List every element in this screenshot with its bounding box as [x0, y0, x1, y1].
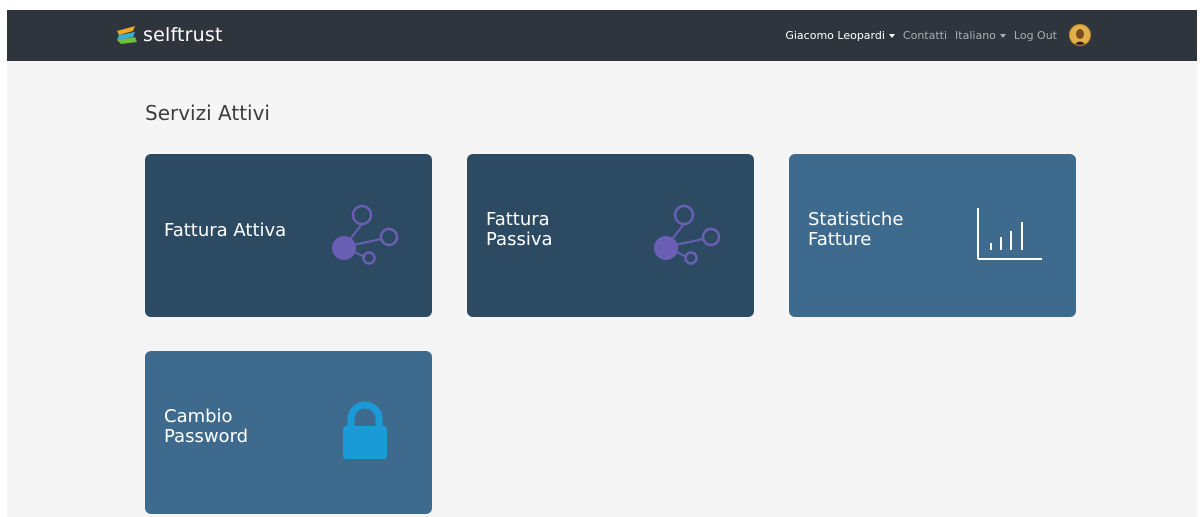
tile-label-line1: Fattura Attiva: [164, 220, 287, 241]
tile-label-line1: Cambio: [164, 406, 233, 427]
contacts-label: Contatti: [902, 28, 948, 42]
tile-label-line2: Password: [164, 426, 249, 447]
chevron-down-icon: [888, 33, 895, 38]
tile-label: Fattura Attiva: [164, 221, 314, 241]
logout-link[interactable]: Log Out: [1014, 29, 1057, 42]
lock-icon: [343, 401, 387, 459]
bar-chart-icon: [977, 208, 1042, 260]
avatar[interactable]: [1069, 24, 1091, 46]
tile-cambio-password[interactable]: Cambio Password: [145, 351, 432, 514]
page-frame: selftrust Giacomo Leopardi Contatti Ital…: [7, 10, 1197, 517]
navbar-menu: Giacomo Leopardi Contatti Italiano Log O…: [785, 22, 1091, 48]
tile-label-line1: Fattura: [486, 209, 550, 230]
selftrust-logo-icon: [117, 26, 137, 44]
user-name: Giacomo Leopardi: [785, 28, 885, 42]
brand-logo[interactable]: selftrust: [115, 22, 223, 48]
share-nodes-icon: [332, 204, 399, 265]
tile-label: Fattura Passiva: [486, 210, 636, 250]
tile-label-line1: Statistiche: [808, 209, 904, 230]
language-label: Italiano: [955, 28, 996, 42]
tile-label: Cambio Password: [164, 407, 314, 447]
brand-name: selftrust: [143, 24, 223, 46]
contacts-link[interactable]: Contatti: [903, 29, 947, 42]
share-nodes-icon: [654, 204, 721, 265]
tile-label: Statistiche Fatture: [808, 210, 958, 250]
user-menu-dropdown[interactable]: Giacomo Leopardi: [785, 29, 895, 42]
top-navbar: selftrust Giacomo Leopardi Contatti Ital…: [7, 10, 1197, 61]
tile-label-line2: Passiva: [486, 229, 553, 250]
page-title: Servizi Attivi: [145, 101, 270, 125]
tile-fattura-passiva[interactable]: Fattura Passiva: [467, 154, 754, 317]
language-dropdown[interactable]: Italiano: [955, 29, 1006, 42]
tile-label-line2: Fatture: [808, 229, 872, 250]
logout-label: Log Out: [1013, 28, 1057, 42]
tile-fattura-attiva[interactable]: Fattura Attiva: [145, 154, 432, 317]
user-avatar-icon: [1070, 25, 1090, 45]
chevron-down-icon: [999, 33, 1006, 38]
tile-statistiche-fatture[interactable]: Statistiche Fatture: [789, 154, 1076, 317]
